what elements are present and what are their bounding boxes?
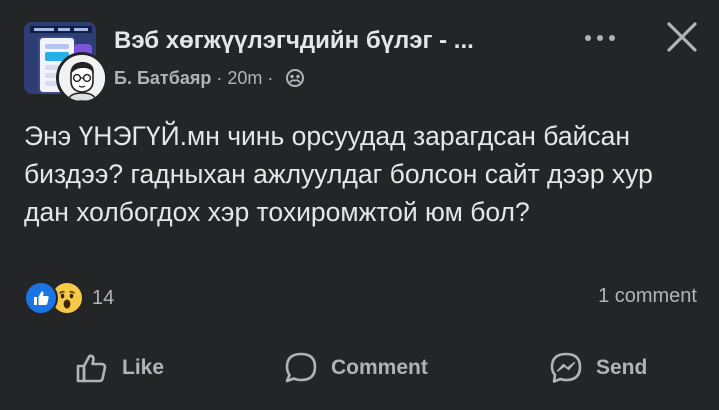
avatar-sketch-icon: [59, 55, 105, 101]
thumbnail-top-bar: [30, 26, 92, 33]
reactions-summary[interactable]: 14: [24, 281, 115, 315]
group-privacy-icon: [286, 69, 305, 87]
post-actions-bar: Like Comment Send: [0, 340, 719, 396]
reaction-count: 14: [92, 286, 115, 309]
meta-separator: ·: [216, 67, 223, 88]
send-button[interactable]: Send: [548, 348, 647, 388]
send-label: Send: [596, 356, 648, 379]
comment-bubble-icon: [285, 352, 317, 383]
author-name[interactable]: Б. Батбаяр: [114, 68, 211, 89]
post-time[interactable]: 20m: [227, 68, 262, 89]
more-icon: [585, 35, 615, 41]
like-label: Like: [122, 356, 165, 379]
comment-label: Comment: [331, 356, 428, 379]
comment-button[interactable]: Comment: [283, 348, 428, 388]
post-text: Энэ ҮНЭГҮЙ.мн чинь орсуудад зарагдсан ба…: [24, 121, 653, 227]
like-button[interactable]: Like: [74, 348, 164, 388]
avatar[interactable]: [56, 52, 108, 104]
comment-count-link[interactable]: 1 comment: [598, 285, 697, 308]
close-icon: [667, 22, 697, 52]
close-button[interactable]: [664, 19, 700, 55]
post-header: Вэб хөгжүүлэгчдийн бүлэг - ... Б. Батбая…: [0, 0, 719, 110]
group-name[interactable]: Вэб хөгжүүлэгчдийн бүлэг - ...: [114, 27, 554, 55]
like-reaction-icon: [24, 281, 58, 315]
post-meta: Б. Батбаяр · 20m ·: [114, 66, 305, 90]
messenger-icon: [550, 352, 582, 383]
thumbs-up-icon: [76, 354, 107, 383]
more-options-button[interactable]: [578, 28, 622, 48]
meta-separator: ·: [267, 67, 274, 88]
